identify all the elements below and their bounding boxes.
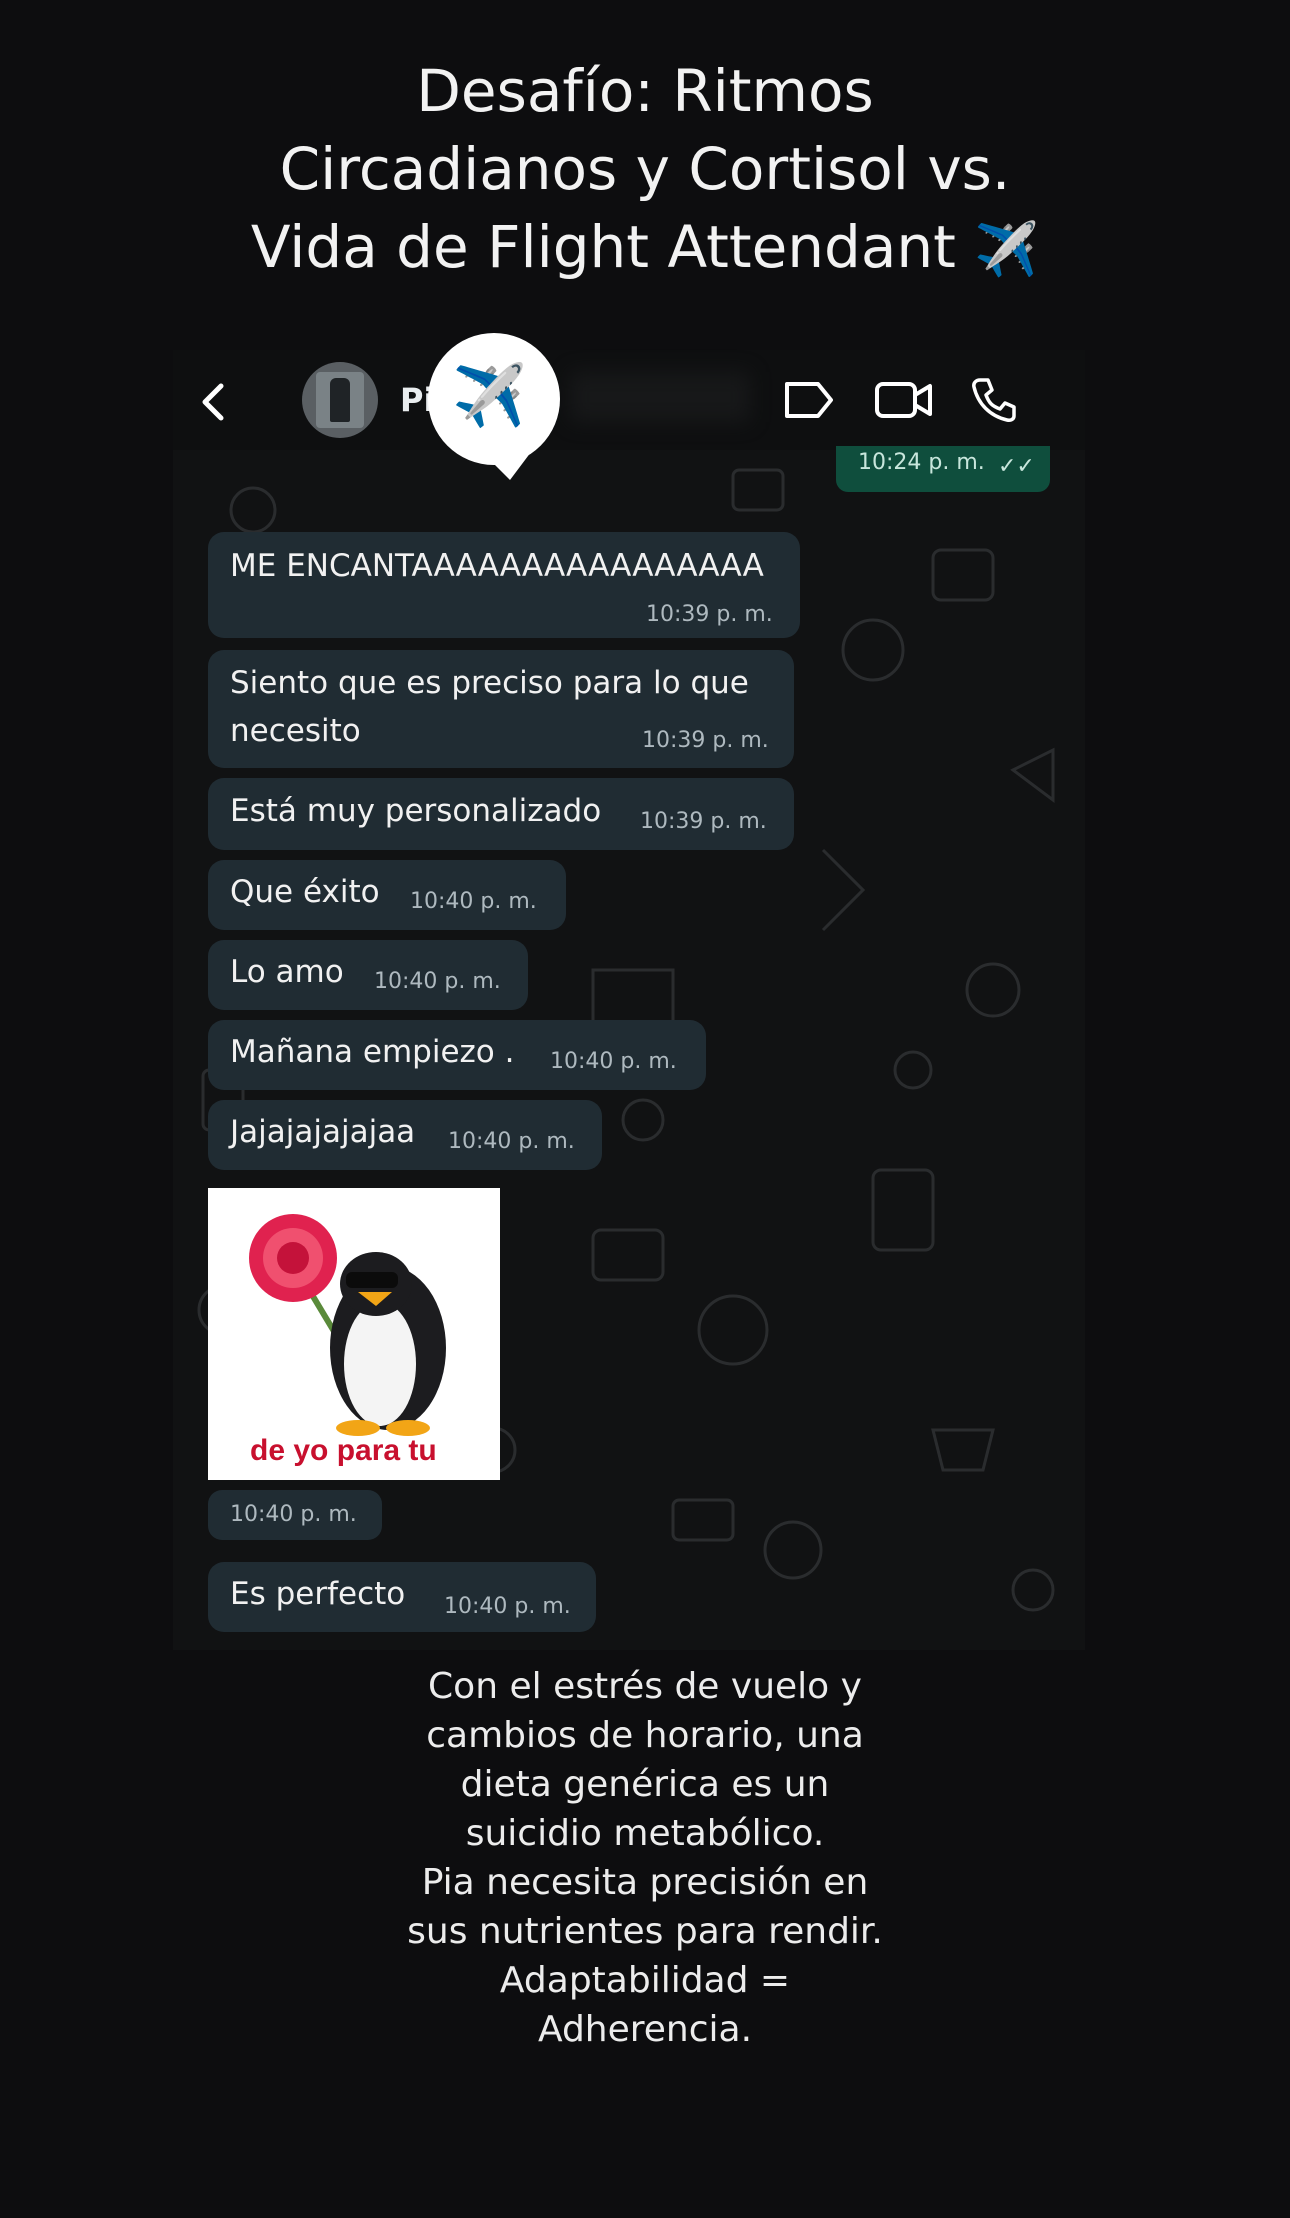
message-time: 10:40 p. m. xyxy=(444,1594,571,1619)
read-ticks-icon: ✓✓ xyxy=(998,454,1035,479)
message-time: 10:40 p. m. xyxy=(374,969,501,994)
message-time: 10:40 p. m. xyxy=(230,1502,357,1527)
message-text: Siento que es preciso para lo que xyxy=(230,665,749,701)
avatar-figure xyxy=(330,378,350,422)
message-time: 10:39 p. m. xyxy=(646,602,773,627)
caption-line: suicidio metabólico. xyxy=(465,1813,825,1854)
back-icon[interactable] xyxy=(195,380,235,424)
message-text: ME ENCANTAAAAAAAAAAAAAAAA xyxy=(230,548,764,584)
title-line: Vida de Flight Attendant ✈️ xyxy=(0,208,1290,289)
post-title: Desafío: Ritmos Circadianos y Cortisol v… xyxy=(0,52,1290,289)
title-line: Desafío: Ritmos xyxy=(416,57,874,125)
label-icon[interactable] xyxy=(782,378,836,422)
message-text: necesito xyxy=(230,713,361,749)
message-time: 10:40 p. m. xyxy=(550,1049,677,1074)
caption-line: Adherencia. xyxy=(537,2009,753,2050)
message-text: Jajajajajajaa xyxy=(230,1114,416,1150)
title-line-text: Vida de Flight Attendant xyxy=(250,213,956,281)
message-text: Está muy personalizado xyxy=(230,793,602,829)
caption-line: Pia necesita precisión en xyxy=(421,1862,869,1903)
message-text: Es perfecto xyxy=(230,1576,406,1612)
message-time: 10:40 p. m. xyxy=(410,889,537,914)
voice-call-icon[interactable] xyxy=(970,376,1018,424)
title-line: Circadianos y Cortisol vs. xyxy=(279,135,1011,203)
message-time: 10:39 p. m. xyxy=(642,728,769,753)
caption-line: dieta genérica es un xyxy=(460,1764,830,1805)
message-time: 10:24 p. m. xyxy=(858,450,985,475)
airplane-icon: ✈️ xyxy=(452,361,527,431)
post-caption: Con el estrés de vuelo y cambios de hora… xyxy=(0,1662,1290,2054)
message-text: Que éxito xyxy=(230,874,380,910)
blurred-name xyxy=(570,372,750,422)
caption-line: cambios de horario, una xyxy=(426,1715,864,1756)
caption-line: Adaptabilidad = xyxy=(499,1960,791,2001)
message-time: 10:40 p. m. xyxy=(448,1129,575,1154)
caption-line: sus nutrientes para rendir. xyxy=(407,1911,883,1952)
message-time: 10:39 p. m. xyxy=(640,809,767,834)
avatar[interactable] xyxy=(302,362,378,438)
sticker-caption: de yo para tu xyxy=(250,1434,437,1467)
video-call-icon[interactable] xyxy=(874,378,934,422)
caption-line: Con el estrés de vuelo y xyxy=(428,1666,862,1707)
message-text: Mañana empiezo . xyxy=(230,1034,515,1070)
airplane-emoji: ✈️ xyxy=(974,220,1040,280)
message-text: Lo amo xyxy=(230,954,344,990)
